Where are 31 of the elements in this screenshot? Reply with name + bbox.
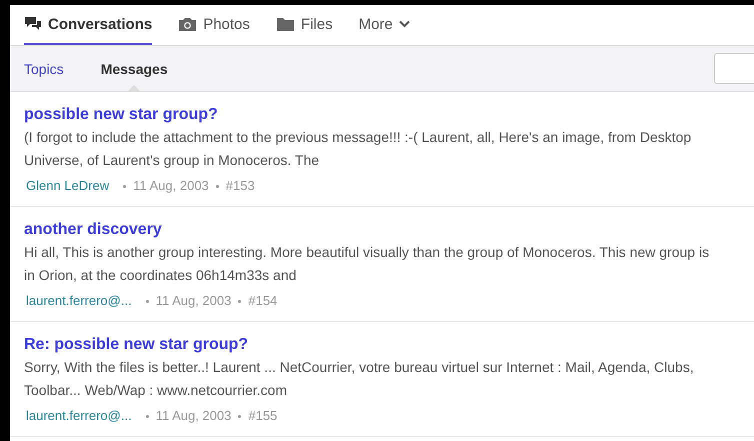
search-field[interactable] — [714, 53, 754, 84]
message-snippet: Hi all, This is another group interesting. More beautiful visually than the group of Monoceros. This new group is in Orion, at the coordinates 06h14m33s and — [24, 243, 710, 285]
message-date: 11 Aug, 2003 — [156, 407, 232, 425]
author-link[interactable]: laurent.ferrero@... — [24, 291, 132, 311]
message-title[interactable]: possible new star group? — [24, 104, 718, 125]
message-number: #154 — [248, 292, 278, 310]
folder-icon — [276, 16, 295, 32]
nav-tab[interactable]: More — [358, 5, 410, 45]
message-snippet: (I forgot to include the attachment to the previous message!!! :-( Laurent, all, Here's an image, from Desktop Universe, of Laurent's group in Monoceros. The — [24, 128, 692, 170]
message-number: #155 — [248, 407, 278, 425]
author-link[interactable]: laurent.ferrero@... — [24, 406, 132, 426]
sub-tab[interactable]: Topics — [24, 46, 64, 91]
message-number: #153 — [226, 177, 255, 195]
separator-dot-icon — [216, 184, 219, 188]
separator-dot-icon — [238, 414, 242, 418]
message-title[interactable]: another discovery — [24, 219, 718, 240]
chat-bubbles-icon — [24, 16, 42, 32]
nav-tab[interactable]: Files — [276, 5, 333, 45]
nav-tab[interactable]: Photos — [178, 5, 250, 45]
chevron-down-icon — [398, 20, 410, 28]
sub-tab[interactable]: Messages — [100, 46, 168, 91]
separator-dot-icon — [146, 414, 149, 418]
message-date: 11 Aug, 2003 — [156, 292, 232, 310]
camera-icon — [178, 16, 198, 32]
separator-dot-icon — [146, 300, 149, 302]
separator-dot-icon — [123, 184, 126, 188]
author-link[interactable]: Glenn LeDrew — [24, 176, 110, 196]
message-title[interactable]: Re: possible new star group? — [24, 334, 718, 355]
message-snippet: Sorry, With the files is better..! Laurent ... NetCourrier, votre bureau virtuel sur Internet : Mail, Agenda, Clubs, Toolbar... Web/Wap : www.netcourrier.com — [24, 358, 695, 400]
separator-dot-icon — [238, 300, 242, 302]
message-date: 11 Aug, 2003 — [133, 177, 209, 195]
